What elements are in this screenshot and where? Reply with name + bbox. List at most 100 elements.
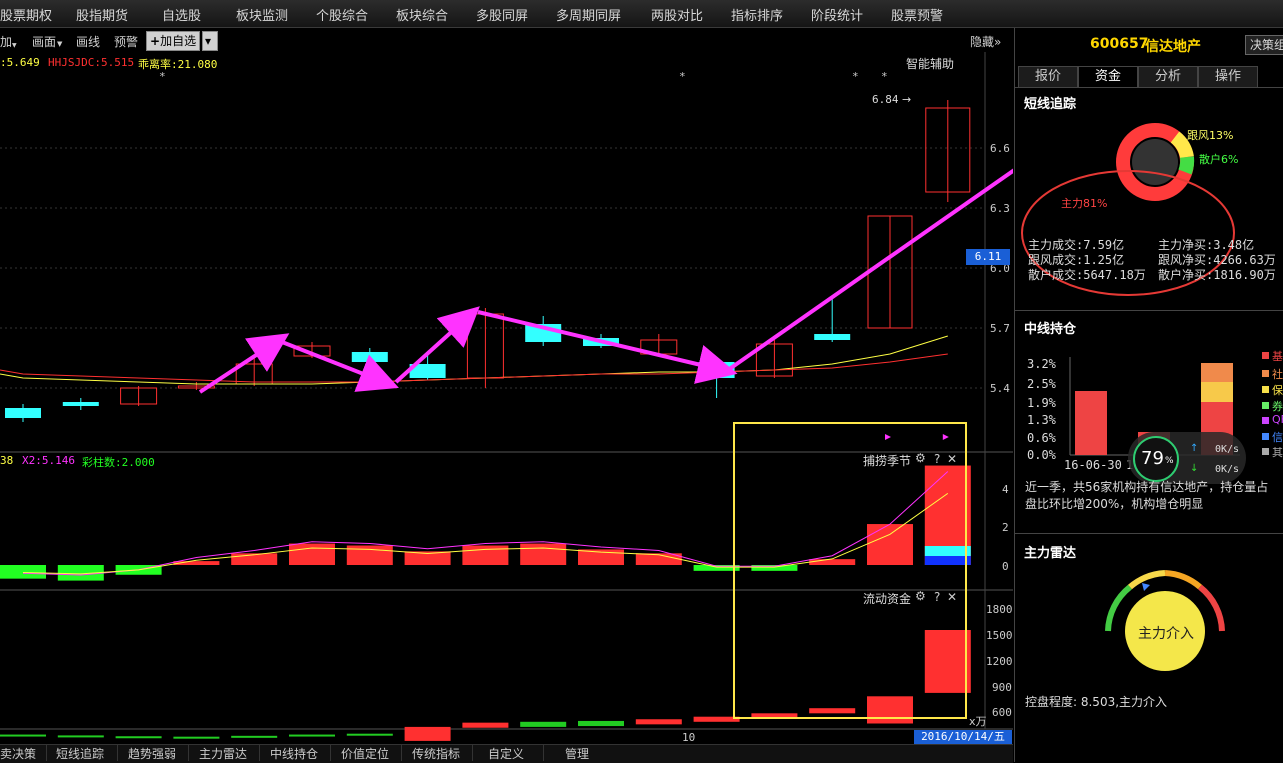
tab-mid-hold[interactable]: 中线持仓 [270,745,318,762]
screen-dropdown-icon[interactable]: ▼ [57,40,62,48]
donut-label-retail: 散户6% [1199,153,1239,166]
add-watchlist-dropdown-icon[interactable]: ▾ [202,31,218,51]
toolbar-draw-line[interactable]: 画线 [76,33,100,50]
tab-sell-decision[interactable]: 卖决策 [0,745,36,762]
upload-speed: 0K/s [1215,444,1240,455]
tab-traditional[interactable]: 传统指标 [412,745,460,762]
double-chevron-right-icon: » [994,35,1002,49]
nav-stock-options[interactable]: 股票期权 [0,5,52,24]
mid-hold-title: 中线持仓 [1024,322,1077,337]
nav-stage-stats[interactable]: 阶段统计 [811,5,863,24]
fund-tick: 1200 [986,655,1013,668]
tab-quote[interactable]: 报价 [1018,66,1078,88]
tab-manage[interactable]: 管理 [565,745,589,762]
radar-title: 主力雷达 [1024,546,1077,561]
speed-percent-unit: % [1165,456,1174,466]
tab-main-radar[interactable]: 主力雷达 [199,745,247,762]
tab-separator [472,745,473,761]
signal-star: * [852,70,859,83]
tab-operation[interactable]: 操作 [1198,66,1258,88]
plus-icon: + [150,34,161,48]
tab-analysis[interactable]: 分析 [1138,66,1198,88]
hold-legend: 信 [1272,431,1283,444]
arrow-up-icon: ↑ [1190,443,1199,454]
osc-bar [520,543,567,565]
add-watchlist-button[interactable]: +加自选 [146,31,201,51]
osc-title: 捕捞季节 [863,454,912,468]
nav-sector-monitor[interactable]: 板块监测 [236,5,288,24]
price-tick: 6.6 [990,142,1010,155]
hold-legend: 社 [1272,368,1283,381]
nav-stock-overview[interactable]: 个股综合 [316,5,368,24]
hold-legend: 券 [1272,400,1283,413]
nav-indicator-sort[interactable]: 指标排序 [731,5,783,24]
tab-separator [330,745,331,761]
tab-funds[interactable]: 资金 [1078,66,1138,88]
retail-volume: 散户成交:5647.18万 [1028,268,1146,282]
tab-separator [401,745,402,761]
hold-desc-2: 盘比环比增200%，机构增仓明显 [1025,497,1204,511]
tab-custom[interactable]: 自定义 [488,745,524,762]
gear-icon[interactable]: ⚙ [915,589,926,603]
toolbar-alert[interactable]: 预警 [114,33,138,50]
toolbar-add-dropdown-icon[interactable]: ▼ [12,42,17,49]
decision-button[interactable]: 决策组 [1245,35,1283,55]
legend-swatch [1262,352,1269,359]
hide-panel-button[interactable]: 隐藏» [970,33,1001,50]
fund-tick: 1800 [986,603,1013,616]
osc-bar-overlay [924,556,971,565]
nav-index-futures[interactable]: 股指期货 [76,5,128,24]
tab-value[interactable]: 价值定位 [341,745,389,762]
fund-bar [693,716,740,722]
candle-body [351,352,388,362]
hold-bar [1201,382,1233,402]
toolbar-add-menu[interactable]: 加 [0,33,12,50]
nav-sector-overview[interactable]: 板块综合 [396,5,448,24]
nav-stock-alert[interactable]: 股票预警 [891,5,943,24]
osc-tick: 4 [1002,483,1009,496]
close-icon[interactable]: ✕ [947,452,957,466]
candle-body [814,334,851,340]
toolbar-screen-menu[interactable]: 画面 [32,33,56,50]
tab-short-track[interactable]: 短线追踪 [56,745,104,762]
fund-bar [57,735,104,738]
gear-icon[interactable]: ⚙ [915,451,926,465]
legend-swatch [1262,433,1269,440]
help-icon[interactable]: ? [934,452,940,466]
stock-code: 600657 [1090,36,1149,52]
nav-compare[interactable]: 两股对比 [651,5,703,24]
nav-watchlist[interactable]: 自选股 [162,5,201,24]
donut-center [1132,139,1178,185]
osc-bar [867,524,913,565]
hold-legend: 其 [1272,446,1283,459]
hold-bar [1201,363,1233,382]
tab-trend[interactable]: 趋势强弱 [128,745,176,762]
hold-y-tick: 0.6% [1027,431,1056,445]
fund-bar [0,734,46,737]
gauge-arc-orange [1164,570,1202,590]
high-price-label: 6.84 [872,93,899,106]
help-icon[interactable]: ? [934,590,940,604]
nav-multi-period[interactable]: 多周期同屏 [556,5,621,24]
fund-bar [173,736,220,739]
signal-star: * [679,70,686,83]
hold-y-tick: 1.3% [1027,413,1056,427]
osc-legend-a: 38 [0,454,14,467]
nav-multi-stock[interactable]: 多股同屏 [476,5,528,24]
fund-bar [520,721,567,727]
cursor-date-label: 2016/10/14/五 [914,730,1012,744]
fund-bar [404,726,451,741]
osc-bar-overlay [924,546,971,556]
fund-bar [289,734,335,737]
fund-bar [231,735,278,738]
hold-x-tick: 16-06-30 [1064,458,1122,472]
signal-star: * [881,70,888,83]
fund-bar [924,630,971,693]
fund-bar [809,708,856,714]
x-tick: 10 [682,731,696,744]
hold-desc-1: 近一季，共56家机构持有信达地产，持仓量占 [1025,480,1269,494]
close-icon[interactable]: ✕ [947,590,957,604]
fund-tick: 900 [992,681,1012,694]
donut-retail-segment [1178,156,1195,175]
fund-title: 流动资金 [863,592,912,606]
